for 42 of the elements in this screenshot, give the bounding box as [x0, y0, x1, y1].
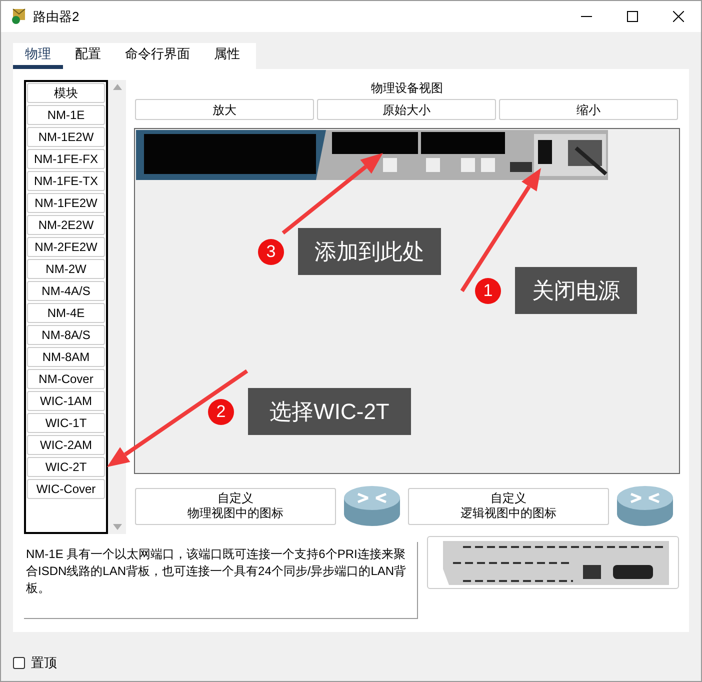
checkbox[interactable] [13, 656, 25, 669]
tab[interactable]: 配置 [63, 43, 113, 69]
module-item[interactable]: WIC-2AM [27, 435, 105, 455]
maximize-icon [626, 11, 638, 22]
app-icon [10, 8, 28, 26]
module-description: NM-1E 具有一个以太网端口，该端口既可连接一个支持6个PRI连接来聚合ISDN线路的LAN背板，也可连接一个具有24个同步/异步端口的LAN背板。 [24, 542, 418, 619]
module-item[interactable]: NM-1E2W [27, 127, 105, 147]
zoom-button[interactable]: 原始大小 [317, 99, 496, 120]
module-item[interactable]: NM-1FE-TX [27, 171, 105, 191]
callout-label: 添加到此处 [298, 228, 441, 275]
scroll-down-icon [112, 524, 122, 530]
module-item[interactable]: NM-2W [27, 259, 105, 279]
zoom-button[interactable]: 缩小 [499, 99, 678, 120]
callout-label: 关闭电源 [515, 267, 637, 314]
custom-icon-button[interactable]: 自定义 逻辑视图中的图标 [408, 488, 609, 524]
callout-label: 选择WIC-2T [248, 388, 411, 435]
module-item[interactable]: WIC-1AM [27, 391, 105, 411]
module-item[interactable]: WIC-2T [27, 457, 105, 477]
tab[interactable]: 命令行界面 [113, 43, 202, 69]
tab[interactable]: 属性 [202, 43, 252, 69]
module-item[interactable]: NM-2E2W [27, 215, 105, 235]
view-title: 物理设备视图 [370, 80, 444, 97]
scroll-up-icon [112, 84, 122, 90]
module-item[interactable]: WIC-Cover [27, 479, 105, 499]
scrollbar[interactable] [108, 80, 126, 534]
module-item[interactable]: NM-Cover [27, 369, 105, 389]
zoom-button[interactable]: 放大 [135, 99, 314, 120]
list-header: 模块 [27, 83, 105, 103]
module-item[interactable]: NM-4A/S [27, 281, 105, 301]
module-item[interactable]: NM-1E [27, 105, 105, 125]
module-item[interactable]: WIC-1T [27, 413, 105, 433]
module-item[interactable]: NM-1FE-FX [27, 149, 105, 169]
minimize-icon [580, 16, 592, 17]
module-item[interactable]: NM-1FE2W [27, 193, 105, 213]
module-item[interactable]: NM-8A/S [27, 325, 105, 345]
module-item[interactable]: NM-4E [27, 303, 105, 323]
close-icon [672, 11, 684, 22]
custom-icon-button[interactable]: 自定义 物理视图中的图标 [135, 488, 336, 524]
window-title: 路由器2 [33, 8, 80, 26]
module-item[interactable]: NM-8AM [27, 347, 105, 367]
module-item[interactable]: NM-2FE2W [27, 237, 105, 257]
checkbox-label: 置顶 [31, 654, 57, 672]
